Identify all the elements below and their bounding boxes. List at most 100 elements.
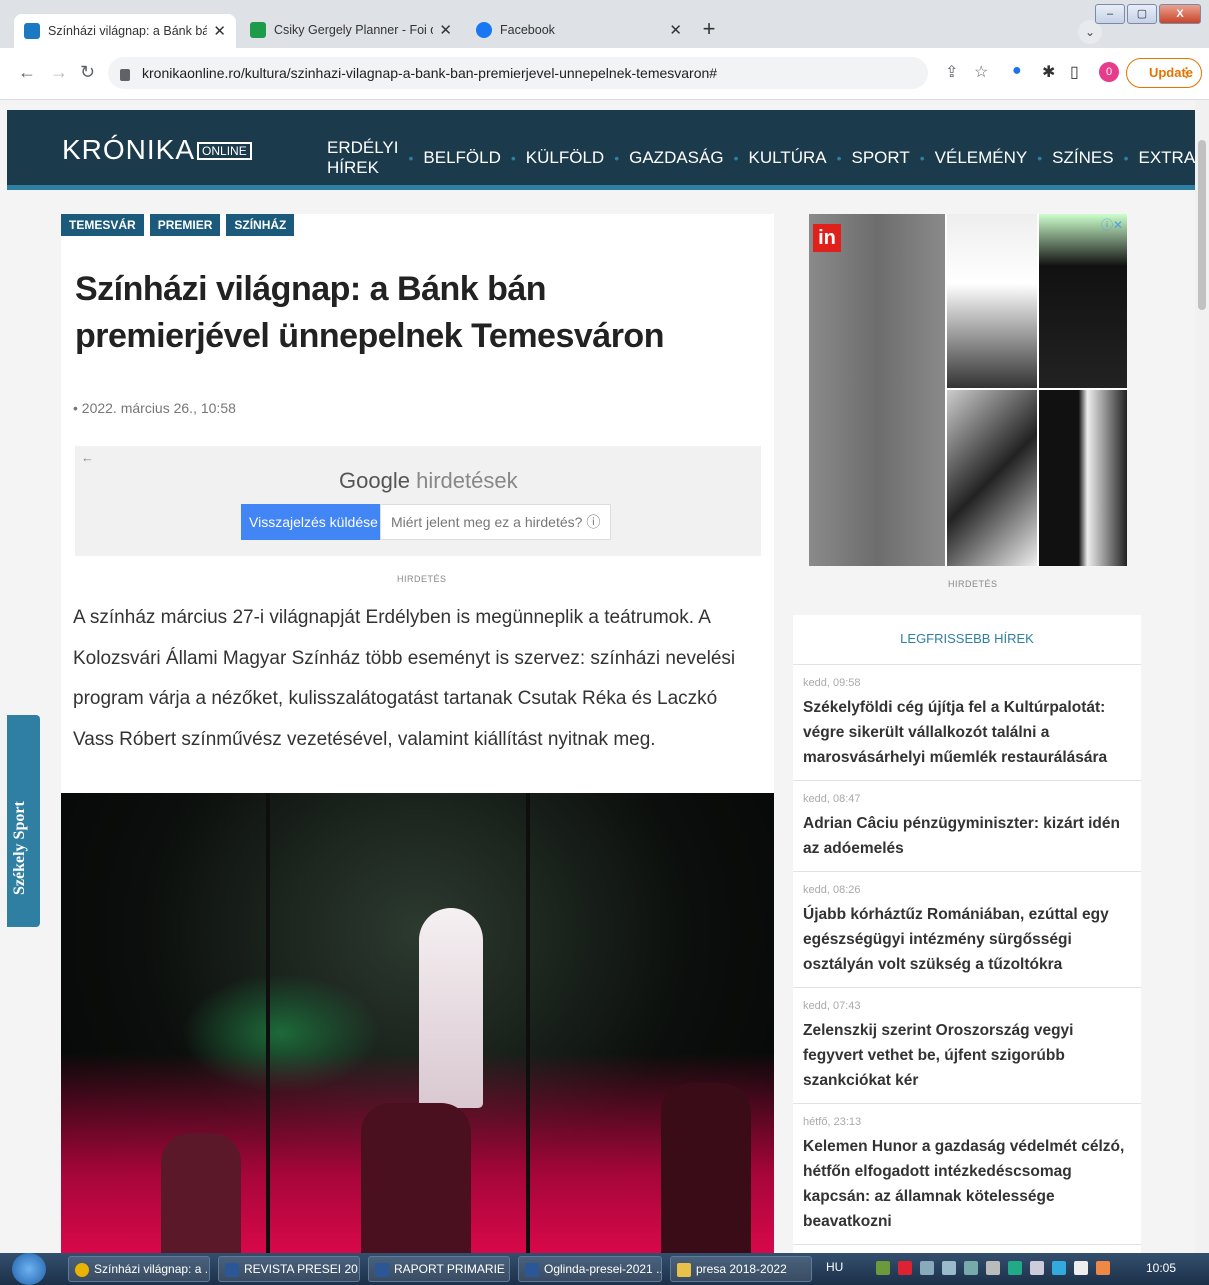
logo-text: KRÓNIKA: [62, 134, 196, 165]
dress-chevron-image: [947, 390, 1037, 566]
ad-label: HIRDETÉS: [397, 574, 447, 584]
taskbar-item-folder[interactable]: presa 2018-2022: [670, 1256, 812, 1282]
tray-icon[interactable]: [898, 1261, 912, 1275]
forward-icon[interactable]: →: [50, 62, 68, 83]
news-headline[interactable]: Adrian Câciu pénzügyminiszter: kizárt id…: [803, 811, 1131, 861]
tray-icon[interactable]: [942, 1261, 956, 1275]
news-time: kedd, 08:47: [803, 793, 861, 805]
taskbar-label: RAPORT PRIMARIE 2...: [394, 1262, 509, 1276]
language-indicator[interactable]: HU: [826, 1260, 843, 1274]
puzzle-icon[interactable]: ✱: [1042, 62, 1055, 82]
tray-icon[interactable]: [1008, 1261, 1022, 1275]
new-tab-button[interactable]: +: [695, 16, 723, 44]
close-icon[interactable]: ✕: [439, 21, 452, 39]
close-icon[interactable]: ✕: [213, 22, 226, 40]
bookmark-star-icon[interactable]: ☆: [974, 62, 988, 82]
tag-temesvar[interactable]: TEMESVÁR: [61, 214, 144, 236]
news-item[interactable]: kedd, 08:26 Újabb kórháztűz Romániában, …: [793, 872, 1141, 988]
kronika-favicon: [24, 23, 40, 39]
clock[interactable]: 10:05: [1146, 1261, 1176, 1275]
google-word: Google: [339, 468, 410, 493]
taskbar-item-word3[interactable]: Oglinda-presei-2021 ...: [518, 1256, 662, 1282]
tag-premier[interactable]: PREMIER: [149, 214, 221, 236]
close-icon[interactable]: ✕: [669, 21, 682, 39]
szekely-sport-side-tab[interactable]: Székely Sport: [7, 715, 40, 927]
page-scrollbar[interactable]: [1195, 100, 1209, 1253]
site-logo[interactable]: KRÓNIKA ONLINE: [62, 134, 252, 166]
menu-item-kulfold[interactable]: KÜLFÖLD: [526, 148, 604, 168]
ad-brand-logo: in: [813, 224, 841, 252]
start-button[interactable]: [12, 1253, 46, 1285]
menu-item-sport[interactable]: SPORT: [852, 148, 910, 168]
minimize-button[interactable]: –: [1095, 4, 1125, 24]
taskbar-item-chrome[interactable]: Színházi világnap: a ...: [68, 1256, 210, 1282]
menu-item-kultura[interactable]: KULTÚRA: [749, 148, 827, 168]
performer-figure: [361, 1103, 471, 1253]
taskbar-item-word1[interactable]: REVISTA PRESEI 2018...: [218, 1256, 360, 1282]
maximize-button[interactable]: ▢: [1127, 4, 1157, 24]
latest-news: LEGFRISSEBB HÍREK kedd, 09:58 Székelyföl…: [793, 615, 1141, 1253]
article-title: Színházi világnap: a Bánk bán premierjév…: [75, 270, 664, 355]
news-item[interactable]: hétfő, 23:13 Kelemen Hunor a gazdaság vé…: [793, 1104, 1141, 1245]
menu-item-velemeny[interactable]: VÉLEMÉNY: [935, 148, 1028, 168]
news-headline[interactable]: Kelemen Hunor a gazdaság védelmét célzó,…: [803, 1134, 1131, 1234]
volume-icon[interactable]: [986, 1261, 1000, 1275]
share-icon[interactable]: ⇪: [945, 62, 958, 82]
side-tab-label: Székely Sport: [11, 801, 28, 895]
menu-item-gazdasag[interactable]: GAZDASÁG: [629, 148, 723, 168]
stage-pole: [266, 793, 270, 1253]
news-item[interactable]: kedd, 09:58 Székelyföldi cég újítja fel …: [793, 665, 1141, 781]
menu-item-belfold[interactable]: BELFÖLD: [423, 148, 500, 168]
window-controls: – ▢ X: [1095, 4, 1201, 24]
tab-facebook[interactable]: Facebook ✕: [466, 12, 692, 48]
article-lead: A színház március 27-i világnapját Erdél…: [73, 607, 736, 750]
news-item[interactable]: kedd, 08:47 Adrian Câciu pénzügyminiszte…: [793, 781, 1141, 872]
send-feedback-button[interactable]: Visszajelzés küldése: [241, 504, 386, 540]
sidepanel-icon[interactable]: ▯: [1070, 62, 1079, 82]
reload-icon[interactable]: ↻: [80, 62, 95, 83]
news-headline[interactable]: Újabb kórháztűz Romániában, ezúttal egy …: [803, 902, 1131, 977]
tray-icon[interactable]: [1052, 1261, 1066, 1275]
taskbar-label: presa 2018-2022: [696, 1262, 787, 1276]
word-icon: [375, 1262, 389, 1277]
tab-kronika[interactable]: Színházi világnap: a Bánk bán pre ✕: [14, 14, 236, 48]
dress-gray-image: [809, 214, 945, 566]
why-this-ad-button[interactable]: Miért jelent meg ez a hirdetés? ⓘ: [380, 504, 612, 540]
tray-icon[interactable]: [920, 1261, 934, 1275]
back-arrow-icon[interactable]: ←: [81, 450, 94, 465]
menu-item-erdelyi-hirek[interactable]: ERDÉLYI HÍREK: [327, 138, 399, 178]
profile-avatar[interactable]: 0: [1099, 62, 1119, 82]
network-icon[interactable]: [964, 1261, 978, 1275]
side-ad[interactable]: in ⓘ✕: [809, 214, 1127, 566]
extension-icon[interactable]: ●: [1012, 62, 1022, 80]
back-icon[interactable]: ←: [18, 62, 36, 83]
news-time: hétfő, 23:13: [803, 1116, 862, 1128]
close-window-button[interactable]: X: [1159, 4, 1201, 24]
tab-title: Facebook: [500, 23, 555, 37]
veiled-figure: [419, 908, 483, 1108]
menu-item-extra[interactable]: EXTRA: [1138, 148, 1195, 168]
update-button[interactable]: Update ⋮: [1126, 58, 1202, 88]
flag-icon[interactable]: [1074, 1261, 1088, 1275]
menu-item-szines[interactable]: SZÍNES: [1052, 148, 1113, 168]
tab-title: Csiky Gergely Planner - Foi de ca: [274, 23, 433, 37]
tray-icon[interactable]: [1030, 1261, 1044, 1275]
performer-figure: [161, 1133, 241, 1253]
chrome-icon: [75, 1262, 89, 1277]
lock-icon: [120, 69, 130, 81]
address-bar[interactable]: kronikaonline.ro/kultura/szinhazi-vilagn…: [108, 57, 928, 89]
tab-planner[interactable]: Csiky Gergely Planner - Foi de ca ✕: [240, 12, 462, 48]
news-headline[interactable]: Zelenszkij szerint Oroszország vegyi feg…: [803, 1018, 1131, 1093]
tray-icon[interactable]: [876, 1261, 890, 1275]
tag-szinhaz[interactable]: SZÍNHÁZ: [226, 214, 295, 236]
news-headline[interactable]: Székelyföldi cég újítja fel a Kultúrpalo…: [803, 695, 1131, 770]
article-tags: TEMESVÁR PREMIER SZÍNHÁZ: [61, 214, 295, 236]
news-time: kedd, 07:43: [803, 1000, 861, 1012]
taskbar-item-word2[interactable]: RAPORT PRIMARIE 2...: [368, 1256, 510, 1282]
tray-icon[interactable]: [1096, 1261, 1110, 1275]
url-text: kronikaonline.ro/kultura/szinhazi-vilagn…: [142, 65, 718, 81]
dress-white-image: [947, 214, 1037, 388]
news-item[interactable]: kedd, 07:43 Zelenszkij szerint Oroszorsz…: [793, 988, 1141, 1104]
scrollbar-thumb[interactable]: [1198, 140, 1206, 310]
ad-choices-icon[interactable]: ⓘ✕: [1101, 216, 1123, 233]
